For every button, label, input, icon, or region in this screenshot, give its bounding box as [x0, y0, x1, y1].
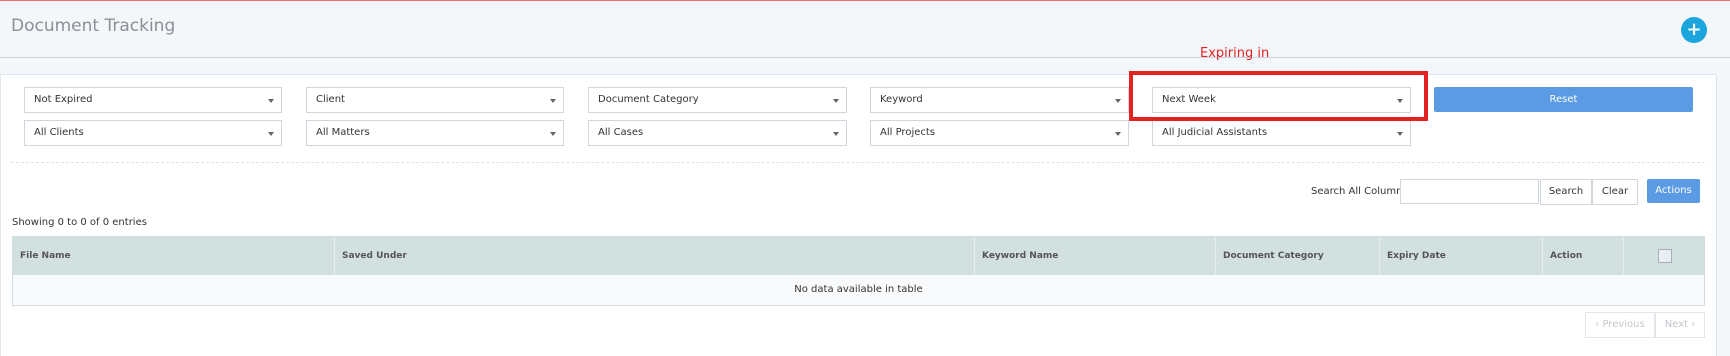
document-category-value: Document Category — [598, 94, 699, 105]
all-matters-select[interactable]: All Matters — [306, 120, 564, 146]
column-header-file-name[interactable]: File Name — [13, 237, 335, 275]
keyword-value: Keyword — [880, 94, 923, 105]
section-divider — [11, 162, 1705, 163]
filter-panel — [0, 74, 1717, 356]
column-header-keyword-name[interactable]: Keyword Name — [975, 237, 1216, 275]
add-button[interactable]: + — [1681, 17, 1707, 43]
all-clients-select[interactable]: All Clients — [24, 120, 282, 146]
annotation-label: Expiring in — [1200, 46, 1270, 61]
all-projects-select[interactable]: All Projects — [870, 120, 1129, 146]
judicial-assistants-value: All Judicial Assistants — [1162, 127, 1268, 138]
expiry-status-value: Not Expired — [34, 94, 93, 105]
chevron-down-icon — [550, 99, 556, 103]
keyword-select[interactable]: Keyword — [870, 87, 1129, 113]
actions-button[interactable]: Actions — [1647, 179, 1700, 203]
search-label: Search All Columns: — [1311, 186, 1411, 197]
reset-button[interactable]: Reset — [1434, 87, 1693, 112]
client-select[interactable]: Client — [306, 87, 564, 113]
select-all-checkbox[interactable] — [1658, 249, 1672, 263]
top-accent-line — [0, 0, 1730, 1]
chevron-down-icon — [1397, 132, 1403, 136]
all-clients-value: All Clients — [34, 127, 84, 138]
empty-table-message: No data available in table — [13, 275, 1704, 305]
chevron-down-icon — [550, 132, 556, 136]
column-header-expiry-date[interactable]: Expiry Date — [1380, 237, 1543, 275]
expiry-status-select[interactable]: Not Expired — [24, 87, 282, 113]
chevron-down-icon — [268, 132, 274, 136]
chevron-down-icon — [1115, 132, 1121, 136]
table-info: Showing 0 to 0 of 0 entries — [12, 217, 147, 228]
search-button[interactable]: Search — [1540, 179, 1592, 205]
chevron-down-icon — [833, 99, 839, 103]
all-cases-value: All Cases — [598, 127, 644, 138]
annotation-highlight-box — [1129, 71, 1428, 121]
client-value: Client — [316, 94, 345, 105]
previous-page-button[interactable]: ‹ Previous — [1585, 312, 1655, 338]
table-header: File Name Saved Under Keyword Name Docum… — [13, 237, 1704, 275]
clear-button[interactable]: Clear — [1592, 179, 1638, 205]
all-projects-value: All Projects — [880, 127, 935, 138]
plus-icon: + — [1686, 19, 1702, 40]
judicial-assistants-select[interactable]: All Judicial Assistants — [1152, 120, 1411, 146]
header-divider — [0, 57, 1730, 58]
column-header-document-category[interactable]: Document Category — [1216, 237, 1380, 275]
all-cases-select[interactable]: All Cases — [588, 120, 847, 146]
documents-table: File Name Saved Under Keyword Name Docum… — [12, 236, 1705, 306]
chevron-down-icon — [268, 99, 274, 103]
document-category-select[interactable]: Document Category — [588, 87, 847, 113]
column-header-action: Action — [1543, 237, 1624, 275]
all-matters-value: All Matters — [316, 127, 370, 138]
column-header-saved-under[interactable]: Saved Under — [335, 237, 975, 275]
chevron-down-icon — [1115, 99, 1121, 103]
search-input[interactable] — [1400, 179, 1539, 204]
chevron-down-icon — [833, 132, 839, 136]
page-title: Document Tracking — [11, 16, 176, 36]
next-page-button[interactable]: Next › — [1655, 312, 1705, 338]
